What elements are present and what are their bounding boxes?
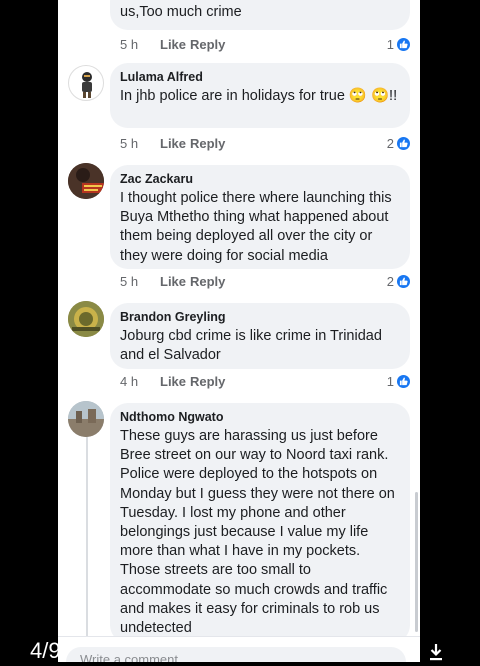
comment-actions: 4 h Like Reply (120, 374, 225, 389)
like-button[interactable]: Like (160, 374, 190, 389)
comment-time: 4 h (120, 374, 139, 389)
thumbs-up-icon (397, 375, 410, 388)
comment-actions: 5 h Like Reply (120, 37, 225, 52)
comment-bubble: us,Too much crime (110, 0, 410, 30)
comment-text: These guys are harassing us just before … (120, 428, 395, 637)
page-indicator: 4/9 (30, 638, 61, 663)
comments-panel: us,Too much crime 5 h Like Reply 1 Lulam… (58, 0, 420, 662)
reaction-number: 2 (386, 274, 394, 289)
comment-author[interactable]: Brandon Greyling (120, 309, 400, 325)
comment-text: us,Too much crime (120, 4, 242, 20)
comment-bubble: Ndthomo Ngwato These guys are harassing … (110, 403, 410, 643)
comment-text: I thought police there where launching t… (120, 190, 392, 264)
like-button[interactable]: Like (160, 37, 190, 52)
reply-button[interactable]: Reply (190, 37, 225, 52)
reaction-count[interactable]: 1 (387, 374, 410, 389)
comment-bubble: Zac Zackaru I thought police there where… (110, 165, 410, 269)
like-button[interactable]: Like (160, 136, 190, 151)
comment-author[interactable]: Lulama Alfred (120, 69, 400, 85)
thread-line (86, 437, 88, 637)
avatar[interactable] (68, 65, 104, 101)
comment-time: 5 h (120, 274, 139, 289)
scrollbar-thumb[interactable] (415, 492, 418, 632)
comment-input-bar: Write a comment... (58, 636, 420, 662)
reaction-number: 2 (386, 136, 394, 151)
comment-actions: 5 h Like Reply (120, 274, 225, 289)
reaction-count[interactable]: 1 (387, 37, 410, 52)
download-icon[interactable] (427, 643, 445, 661)
comment-time: 5 h (120, 136, 139, 151)
like-button[interactable]: Like (160, 274, 190, 289)
comment-input[interactable]: Write a comment... (66, 647, 406, 662)
reply-button[interactable]: Reply (190, 374, 225, 389)
avatar[interactable] (68, 301, 104, 337)
avatar[interactable] (68, 163, 104, 199)
reaction-number: 1 (386, 37, 394, 52)
comment-author[interactable]: Ndthomo Ngwato (120, 409, 400, 425)
comment-bubble: Lulama Alfred In jhb police are in holid… (110, 63, 410, 128)
comment-actions: 5 h Like Reply (120, 136, 225, 151)
comment-text: In jhb police are in holidays for true 🙄… (120, 88, 398, 104)
reaction-count[interactable]: 2 (387, 274, 410, 289)
avatar[interactable] (68, 401, 104, 437)
reply-button[interactable]: Reply (190, 274, 225, 289)
thumbs-up-icon (397, 137, 410, 150)
reaction-number: 1 (386, 374, 394, 389)
comment-text: Joburg cbd crime is like crime in Trinid… (120, 328, 382, 364)
thumbs-up-icon (397, 275, 410, 288)
comment-bubble: Brandon Greyling Joburg cbd crime is lik… (110, 303, 410, 369)
comment-time: 5 h (120, 37, 139, 52)
reply-button[interactable]: Reply (190, 136, 225, 151)
reaction-count[interactable]: 2 (387, 136, 410, 151)
thumbs-up-icon (397, 38, 410, 51)
comment-author[interactable]: Zac Zackaru (120, 171, 400, 187)
